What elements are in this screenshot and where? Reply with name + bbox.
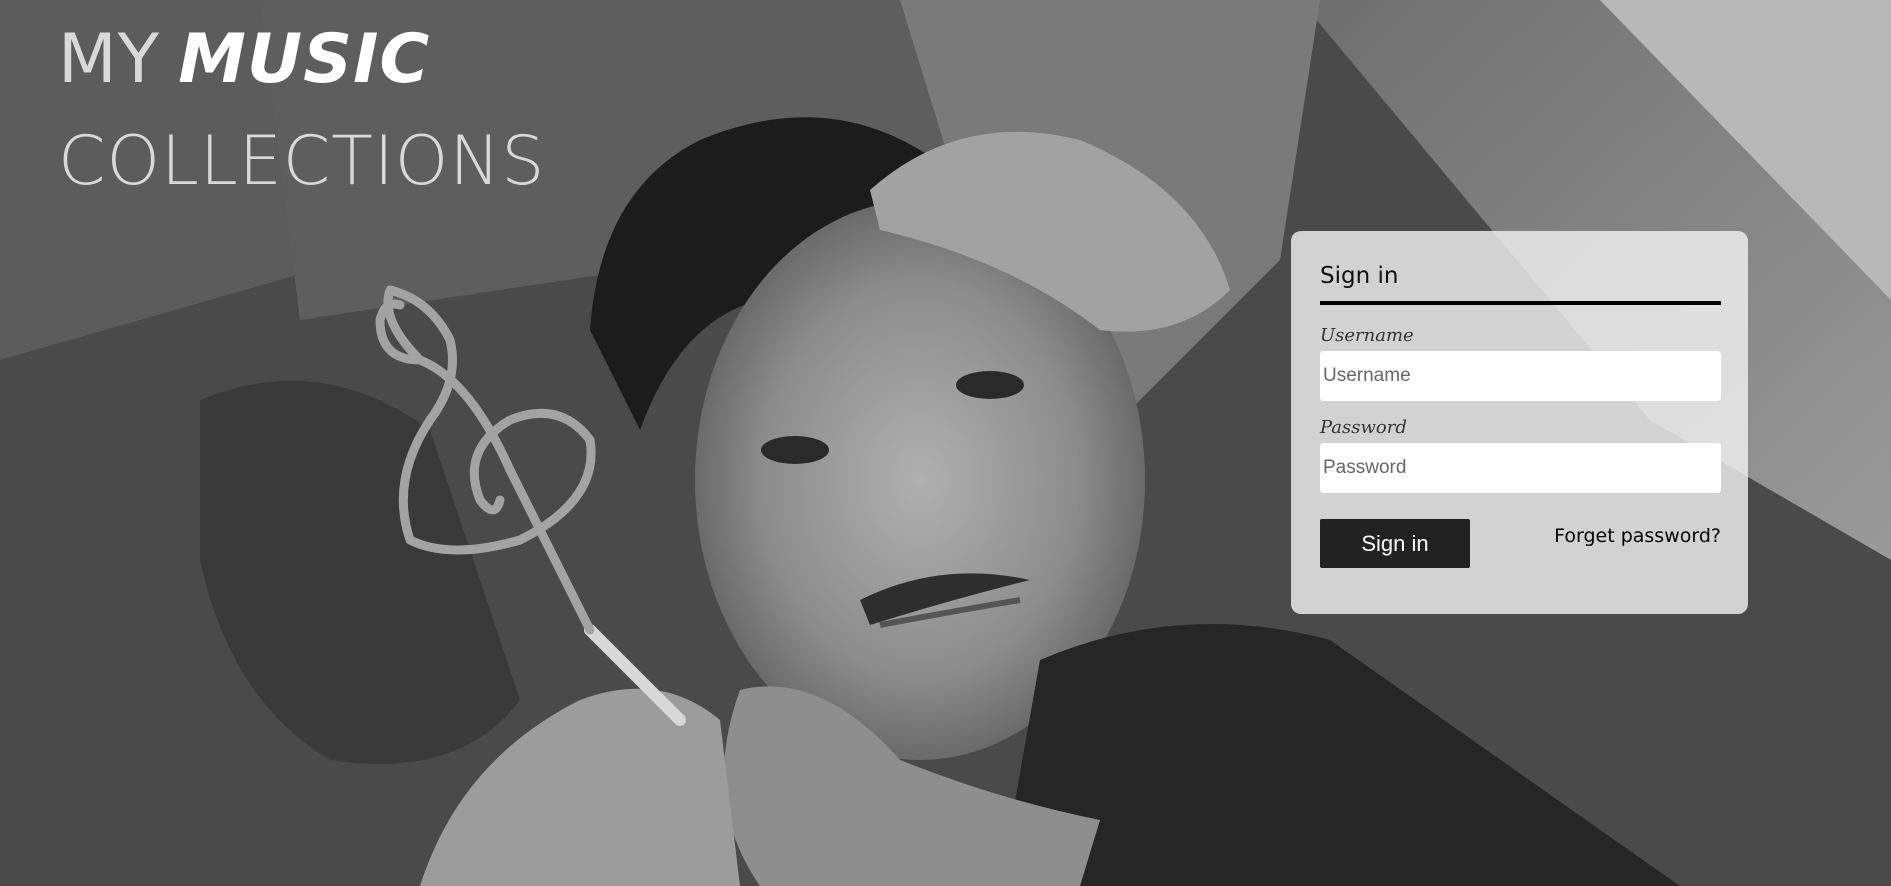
- sign-in-title: Sign in: [1320, 263, 1721, 305]
- username-label: Username: [1320, 325, 1414, 346]
- password-label: Password: [1320, 417, 1407, 438]
- forgot-password-link[interactable]: Forget password?: [1554, 525, 1721, 547]
- sign-in-button[interactable]: Sign in: [1320, 519, 1470, 568]
- app-logo: MY MUSIC COLLECTIONS: [58, 26, 545, 196]
- logo-music: MUSIC: [178, 20, 431, 99]
- sign-in-card: Sign in Username Password Sign in Forget…: [1291, 231, 1748, 614]
- login-page: MYMUSIC COLLECTIONS Sign in Username Pas…: [0, 0, 1891, 886]
- password-input[interactable]: [1320, 443, 1721, 493]
- logo-collections: COLLECTIONS: [58, 122, 546, 201]
- username-input[interactable]: [1320, 351, 1721, 401]
- logo-my: MY: [58, 20, 161, 99]
- sign-in-actions: Sign in Forget password?: [1320, 519, 1721, 569]
- logo-line-1: MY MUSIC: [58, 26, 545, 104]
